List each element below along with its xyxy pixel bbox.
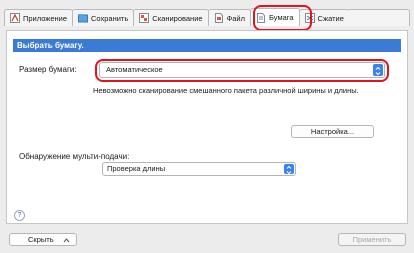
help-icon[interactable]: ?: [14, 210, 25, 221]
chevron-up-icon: [63, 236, 70, 247]
save-folder-icon: [78, 13, 88, 23]
paper-size-note: Невозможно сканирование смешанного пакет…: [93, 86, 359, 95]
tab-application[interactable]: Приложение: [4, 9, 73, 26]
tab-label: Сохранить: [91, 13, 129, 23]
paper-icon: [256, 12, 266, 23]
file-icon: [214, 13, 224, 23]
tab-label: Сжатие: [317, 13, 344, 23]
paper-settings-panel: Выбрать бумагу. Размер бумаги: Автоматич…: [6, 30, 408, 224]
bottom-bar: Скрыть Применить: [0, 226, 414, 253]
tab-label: Сканирование: [152, 13, 203, 23]
compression-icon: [304, 13, 315, 23]
multifeed-value: Проверка длины: [107, 164, 166, 173]
tab-save[interactable]: Сохранить: [72, 9, 135, 26]
paper-size-value: Автоматическое: [106, 65, 163, 74]
multifeed-label: Обнаружение мульти-подачи:: [19, 152, 130, 161]
apply-button[interactable]: Применить: [338, 233, 406, 246]
application-icon: [10, 13, 20, 23]
paper-size-select[interactable]: Автоматическое: [99, 62, 385, 78]
multifeed-select[interactable]: Проверка длины: [102, 162, 296, 176]
hide-button-label: Скрыть: [28, 235, 54, 244]
chevron-updown-icon: [373, 64, 383, 76]
panel-header: Выбрать бумагу.: [13, 39, 401, 52]
tab-compression[interactable]: Сжатие: [298, 9, 350, 26]
scan-icon: [139, 13, 150, 23]
tab-label: Файл: [226, 13, 246, 23]
tab-paper[interactable]: Бумага: [250, 8, 300, 26]
tab-bar-spacer: [348, 9, 410, 26]
settings-button[interactable]: Настройка...: [291, 125, 374, 138]
hide-button[interactable]: Скрыть: [9, 233, 77, 246]
paper-size-label: Размер бумаги:: [19, 65, 77, 74]
tab-scan[interactable]: Сканирование: [133, 9, 209, 26]
tab-label: Приложение: [23, 13, 67, 23]
tab-file[interactable]: Файл: [207, 9, 252, 26]
tab-label: Бумага: [269, 13, 294, 22]
tab-bar: Приложение Сохранить Сканирование Файл Б…: [4, 4, 410, 26]
chevron-updown-icon: [284, 164, 294, 175]
